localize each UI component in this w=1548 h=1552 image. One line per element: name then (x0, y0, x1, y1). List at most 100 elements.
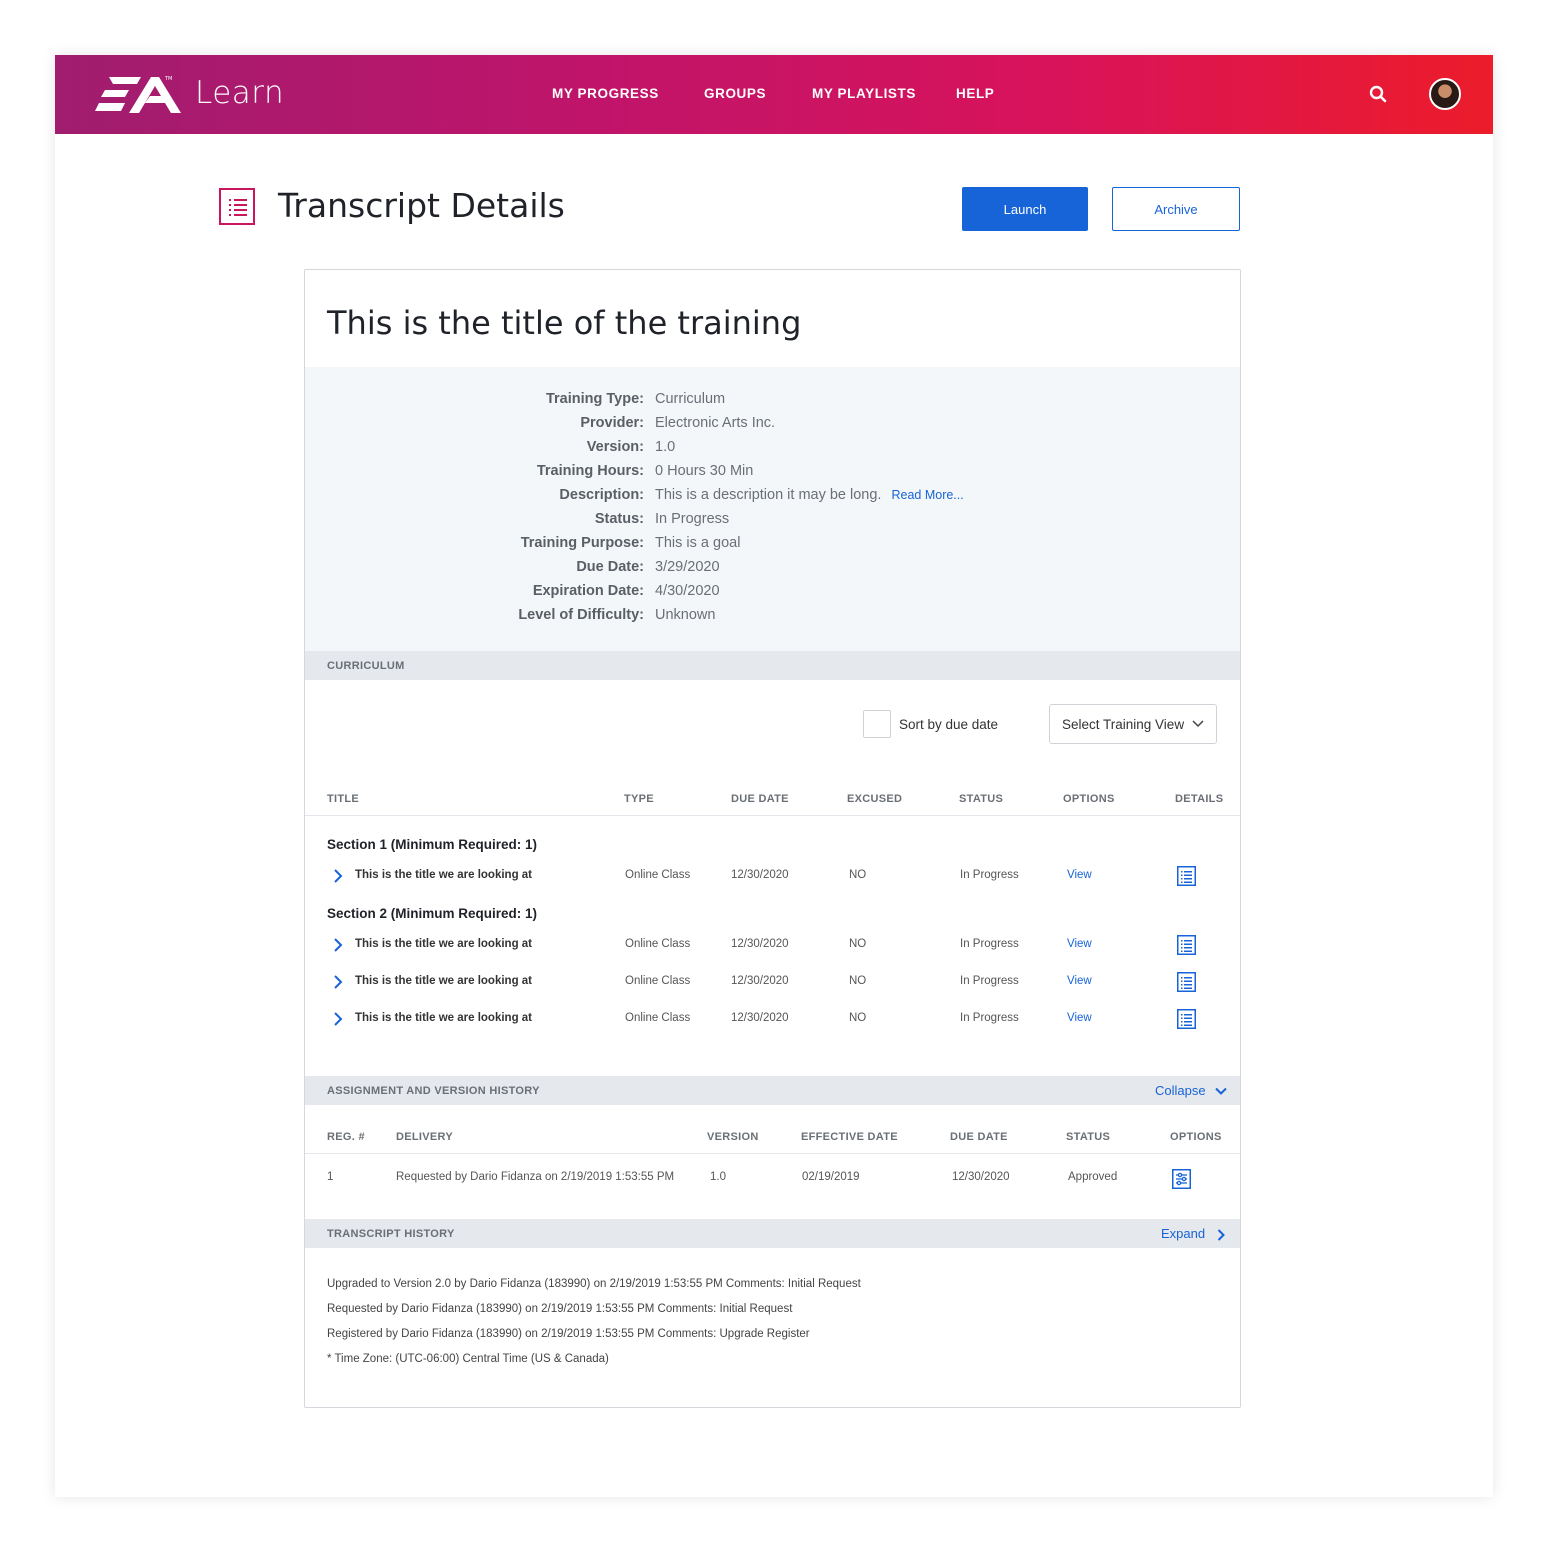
collapse-toggle[interactable]: Collapse (1155, 1083, 1227, 1098)
column-header-excused: EXCUSED (847, 793, 903, 805)
column-header-status: STATUS (959, 793, 1004, 805)
assignment-section-bar: ASSIGNMENT AND VERSION HISTORY Collapse (305, 1076, 1240, 1105)
row-due-date: 12/30/2020 (731, 975, 789, 987)
chevron-right-icon[interactable] (333, 869, 343, 883)
row-view-link[interactable]: View (1067, 938, 1092, 950)
training-view-select-value: Select Training View (1062, 717, 1185, 732)
info-row-provider: Provider: Electronic Arts Inc. (305, 415, 1240, 439)
row-title[interactable]: This is the title we are looking at (355, 938, 532, 950)
details-icon[interactable] (1177, 972, 1196, 992)
details-icon[interactable] (1177, 866, 1196, 886)
info-row-level-of-difficulty: Level of Difficulty: Unknown (305, 607, 1240, 631)
info-label: Level of Difficulty: (518, 607, 644, 623)
info-value: Curriculum (655, 391, 726, 407)
row-version: 1.0 (710, 1171, 726, 1183)
top-navigation-bar: TM Learn MY PROGRESS GROUPS MY PLAYLISTS… (55, 55, 1493, 134)
description-text: This is a description it may be long. (655, 487, 882, 503)
column-header-due-date: DUE DATE (950, 1131, 1008, 1143)
row-due-date: 12/30/2020 (731, 938, 789, 950)
archive-button[interactable]: Archive (1112, 187, 1240, 231)
time-zone-note: * Time Zone: (UTC-06:00) Central Time (U… (327, 1353, 609, 1365)
nav-groups[interactable]: GROUPS (704, 86, 766, 101)
table-row: This is the title we are looking at Onli… (305, 866, 1240, 886)
search-icon[interactable] (1369, 85, 1387, 103)
table-row: This is the title we are looking at Onli… (305, 1009, 1240, 1029)
training-title: This is the title of the training (327, 304, 802, 342)
info-label: Provider: (580, 415, 644, 431)
assignment-label: ASSIGNMENT AND VERSION HISTORY (327, 1085, 540, 1097)
ea-logo[interactable]: TM (95, 73, 181, 117)
info-row-status: Status: In Progress (305, 511, 1240, 535)
table-row: This is the title we are looking at Onli… (305, 972, 1240, 992)
options-icon[interactable] (1172, 1169, 1191, 1189)
chevron-right-icon[interactable] (333, 1012, 343, 1026)
read-more-link[interactable]: Read More... (891, 488, 963, 502)
row-title[interactable]: This is the title we are looking at (355, 975, 532, 987)
row-title[interactable]: This is the title we are looking at (355, 1012, 532, 1024)
avatar[interactable] (1429, 78, 1461, 110)
column-header-due-date: DUE DATE (731, 793, 789, 805)
row-view-link[interactable]: View (1067, 869, 1092, 881)
info-value: Unknown (655, 607, 716, 623)
column-header-options: OPTIONS (1170, 1131, 1222, 1143)
row-view-link[interactable]: View (1067, 1012, 1092, 1024)
row-effective-date: 02/19/2019 (802, 1171, 860, 1183)
table-row: 1 Requested by Dario Fidanza on 2/19/201… (305, 1168, 1240, 1189)
transcript-history-label: TRANSCRIPT HISTORY (327, 1228, 455, 1240)
launch-button[interactable]: Launch (962, 187, 1088, 231)
row-title[interactable]: This is the title we are looking at (355, 869, 532, 881)
row-due-date: 12/30/2020 (731, 1012, 789, 1024)
column-header-effective-date: EFFECTIVE DATE (801, 1131, 898, 1143)
column-header-options: OPTIONS (1063, 793, 1115, 805)
details-icon[interactable] (1177, 1009, 1196, 1029)
row-status: Approved (1068, 1171, 1118, 1183)
info-label: Due Date: (576, 559, 644, 575)
row-due-date: 12/30/2020 (952, 1171, 1010, 1183)
column-header-status: STATUS (1066, 1131, 1111, 1143)
chevron-down-icon[interactable] (1215, 1087, 1227, 1096)
column-header-type: TYPE (624, 793, 654, 805)
info-label: Version: (586, 439, 644, 455)
chevron-right-icon[interactable] (1217, 1228, 1225, 1241)
svg-text:TM: TM (164, 76, 172, 82)
info-label: Status: (594, 511, 644, 527)
nav-my-progress[interactable]: MY PROGRESS (552, 86, 659, 101)
info-value: This is a goal (655, 535, 741, 551)
info-value: 4/30/2020 (655, 583, 720, 599)
section-heading: Section 1 (Minimum Required: 1) (327, 837, 538, 852)
row-view-link[interactable]: View (1067, 975, 1092, 987)
sort-by-due-date-label[interactable]: Sort by due date (899, 717, 998, 732)
history-line: Upgraded to Version 2.0 by Dario Fidanza… (327, 1278, 861, 1290)
info-row-due-date: Due Date: 3/29/2020 (305, 559, 1240, 583)
divider (305, 1153, 1240, 1154)
chevron-right-icon[interactable] (333, 938, 343, 952)
row-status: In Progress (960, 938, 1019, 950)
info-row-training-hours: Training Hours: 0 Hours 30 Min (305, 463, 1240, 487)
info-row-expiration-date: Expiration Date: 4/30/2020 (305, 583, 1240, 607)
details-icon[interactable] (1177, 935, 1196, 955)
row-reg: 1 (327, 1171, 334, 1183)
info-label: Training Purpose: (520, 535, 644, 551)
nav-help[interactable]: HELP (956, 86, 994, 101)
info-row-version: Version: 1.0 (305, 439, 1240, 463)
table-row: This is the title we are looking at Onli… (305, 935, 1240, 955)
sort-by-due-date-checkbox[interactable] (863, 710, 891, 738)
column-header-title: TITLE (327, 793, 360, 805)
divider (305, 815, 1240, 816)
info-label: Expiration Date: (532, 583, 644, 599)
info-value: In Progress (655, 511, 730, 527)
row-type: Online Class (625, 975, 691, 987)
page-title: Transcript Details (278, 186, 565, 225)
row-status: In Progress (960, 1012, 1019, 1024)
training-view-select[interactable]: Select Training View (1049, 704, 1217, 744)
brand-name: Learn (195, 75, 285, 111)
collapse-label[interactable]: Collapse (1155, 1083, 1206, 1098)
expand-label[interactable]: Expand (1161, 1226, 1205, 1241)
curriculum-label: CURRICULUM (327, 660, 405, 672)
transcript-history-section-bar: TRANSCRIPT HISTORY Expand (305, 1219, 1240, 1248)
info-label: Training Hours: (536, 463, 644, 479)
chevron-right-icon[interactable] (333, 975, 343, 989)
info-value: Electronic Arts Inc. (655, 415, 776, 431)
nav-my-playlists[interactable]: MY PLAYLISTS (812, 86, 916, 101)
expand-toggle[interactable]: Expand (1161, 1226, 1225, 1241)
